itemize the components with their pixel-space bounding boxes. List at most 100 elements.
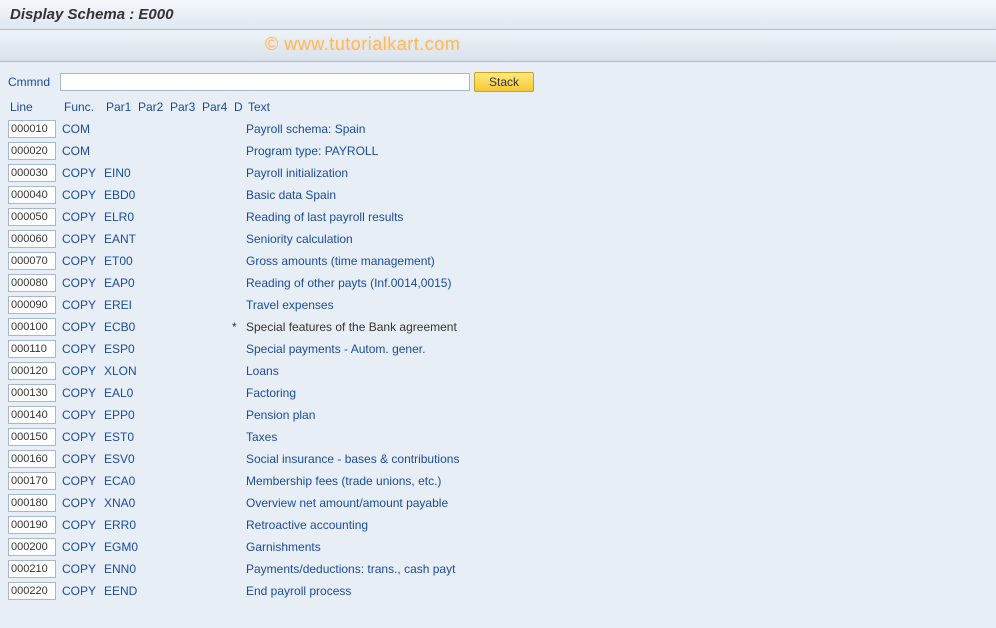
- func-cell[interactable]: COPY: [62, 474, 104, 488]
- text-cell[interactable]: Payments/deductions: trans., cash payt: [246, 562, 988, 576]
- func-cell[interactable]: COPY: [62, 364, 104, 378]
- table-row: COPYEAL0 Factoring: [8, 382, 988, 404]
- func-cell[interactable]: COPY: [62, 188, 104, 202]
- func-cell[interactable]: COPY: [62, 254, 104, 268]
- line-input[interactable]: [8, 274, 56, 292]
- par1-cell[interactable]: ET00: [104, 254, 136, 268]
- text-cell[interactable]: Membership fees (trade unions, etc.): [246, 474, 988, 488]
- line-input[interactable]: [8, 208, 56, 226]
- par1-cell[interactable]: EANT: [104, 232, 136, 246]
- par1-cell[interactable]: EGM0: [104, 540, 136, 554]
- title-bar: Display Schema : E000: [0, 0, 996, 30]
- line-input[interactable]: [8, 186, 56, 204]
- line-input[interactable]: [8, 494, 56, 512]
- par1-cell[interactable]: EEND: [104, 584, 136, 598]
- func-cell[interactable]: COPY: [62, 518, 104, 532]
- text-cell[interactable]: Travel expenses: [246, 298, 988, 312]
- text-cell[interactable]: Retroactive accounting: [246, 518, 988, 532]
- stack-button[interactable]: Stack: [474, 72, 534, 92]
- line-input[interactable]: [8, 318, 56, 336]
- func-cell[interactable]: COPY: [62, 342, 104, 356]
- line-input[interactable]: [8, 384, 56, 402]
- line-input[interactable]: [8, 428, 56, 446]
- line-input[interactable]: [8, 252, 56, 270]
- text-cell[interactable]: Social insurance - bases & contributions: [246, 452, 988, 466]
- line-input[interactable]: [8, 340, 56, 358]
- line-input[interactable]: [8, 362, 56, 380]
- text-cell[interactable]: Factoring: [246, 386, 988, 400]
- line-input[interactable]: [8, 406, 56, 424]
- line-input[interactable]: [8, 120, 56, 138]
- text-cell[interactable]: Special payments - Autom. gener.: [246, 342, 988, 356]
- column-headers: Line Func. Par1 Par2 Par3 Par4 D Text: [8, 98, 988, 116]
- text-cell[interactable]: Loans: [246, 364, 988, 378]
- header-line: Line: [8, 100, 64, 114]
- text-cell[interactable]: Pension plan: [246, 408, 988, 422]
- text-cell[interactable]: Taxes: [246, 430, 988, 444]
- header-par1: Par1: [106, 100, 138, 114]
- par1-cell[interactable]: ESP0: [104, 342, 136, 356]
- table-row: COPYET00 Gross amounts (time management): [8, 250, 988, 272]
- text-cell[interactable]: Seniority calculation: [246, 232, 988, 246]
- text-cell[interactable]: End payroll process: [246, 584, 988, 598]
- func-cell[interactable]: COPY: [62, 276, 104, 290]
- line-input[interactable]: [8, 472, 56, 490]
- line-input[interactable]: [8, 142, 56, 160]
- table-row: COPYXLON Loans: [8, 360, 988, 382]
- par1-cell[interactable]: EIN0: [104, 166, 136, 180]
- par1-cell[interactable]: EST0: [104, 430, 136, 444]
- line-input[interactable]: [8, 560, 56, 578]
- line-input[interactable]: [8, 164, 56, 182]
- par1-cell[interactable]: EAL0: [104, 386, 136, 400]
- par1-cell[interactable]: ESV0: [104, 452, 136, 466]
- func-cell[interactable]: COPY: [62, 210, 104, 224]
- par1-cell[interactable]: XNA0: [104, 496, 136, 510]
- func-cell[interactable]: COPY: [62, 540, 104, 554]
- par1-cell[interactable]: ELR0: [104, 210, 136, 224]
- text-cell[interactable]: Garnishments: [246, 540, 988, 554]
- func-cell[interactable]: COPY: [62, 298, 104, 312]
- par1-cell[interactable]: ENN0: [104, 562, 136, 576]
- func-cell[interactable]: COPY: [62, 496, 104, 510]
- par1-cell[interactable]: ERR0: [104, 518, 136, 532]
- func-cell[interactable]: COPY: [62, 430, 104, 444]
- text-cell[interactable]: Reading of last payroll results: [246, 210, 988, 224]
- command-input[interactable]: [60, 73, 470, 91]
- func-cell[interactable]: COPY: [62, 166, 104, 180]
- text-cell[interactable]: Payroll initialization: [246, 166, 988, 180]
- par1-cell[interactable]: ECB0: [104, 320, 136, 334]
- text-cell[interactable]: Basic data Spain: [246, 188, 988, 202]
- func-cell[interactable]: COPY: [62, 452, 104, 466]
- text-cell[interactable]: Program type: PAYROLL: [246, 144, 988, 158]
- text-cell[interactable]: Reading of other payts (Inf.0014,0015): [246, 276, 988, 290]
- par1-cell[interactable]: EREI: [104, 298, 136, 312]
- line-input[interactable]: [8, 582, 56, 600]
- header-text: Text: [248, 100, 988, 114]
- command-row: Cmmnd Stack: [8, 72, 988, 92]
- line-input[interactable]: [8, 296, 56, 314]
- func-cell[interactable]: COPY: [62, 320, 104, 334]
- par1-cell[interactable]: EBD0: [104, 188, 136, 202]
- line-input[interactable]: [8, 538, 56, 556]
- line-input[interactable]: [8, 230, 56, 248]
- func-cell[interactable]: COPY: [62, 232, 104, 246]
- table-row: COPYESV0 Social insurance - bases & contr…: [8, 448, 988, 470]
- text-cell[interactable]: Gross amounts (time management): [246, 254, 988, 268]
- func-cell[interactable]: COPY: [62, 584, 104, 598]
- func-cell[interactable]: COPY: [62, 408, 104, 422]
- par1-cell[interactable]: EPP0: [104, 408, 136, 422]
- line-input[interactable]: [8, 450, 56, 468]
- table-row: COPYEPP0 Pension plan: [8, 404, 988, 426]
- text-cell[interactable]: Payroll schema: Spain: [246, 122, 988, 136]
- table-row: COPYESP0 Special payments - Autom. gener.: [8, 338, 988, 360]
- func-cell[interactable]: COM: [62, 122, 104, 136]
- func-cell[interactable]: COM: [62, 144, 104, 158]
- func-cell[interactable]: COPY: [62, 562, 104, 576]
- line-input[interactable]: [8, 516, 56, 534]
- text-cell[interactable]: Overview net amount/amount payable: [246, 496, 988, 510]
- table-row: COPYEST0 Taxes: [8, 426, 988, 448]
- par1-cell[interactable]: XLON: [104, 364, 136, 378]
- par1-cell[interactable]: ECA0: [104, 474, 136, 488]
- par1-cell[interactable]: EAP0: [104, 276, 136, 290]
- func-cell[interactable]: COPY: [62, 386, 104, 400]
